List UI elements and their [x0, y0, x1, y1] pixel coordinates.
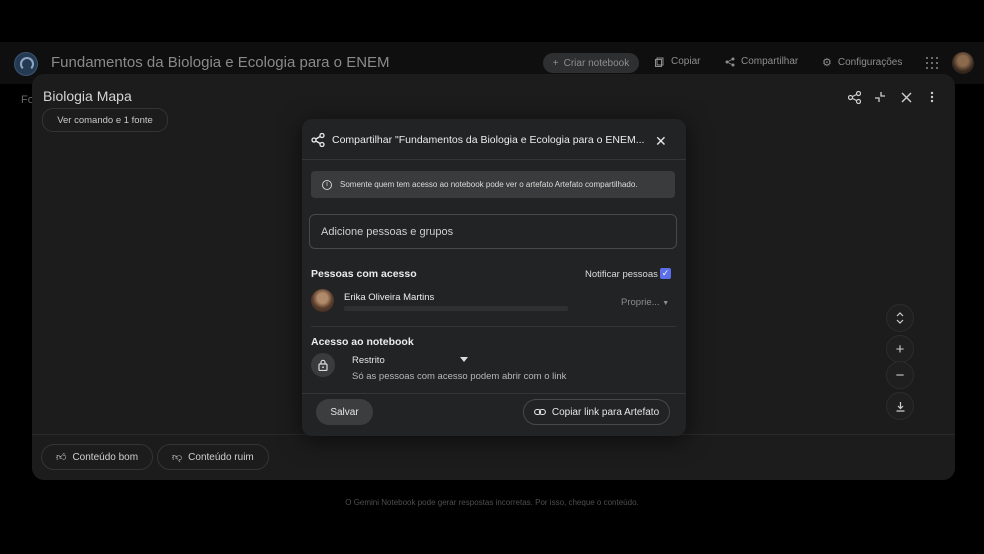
lock-icon	[311, 353, 335, 377]
person-role: Proprie...	[621, 297, 660, 308]
info-icon: i	[322, 179, 332, 190]
copy-button[interactable]: Copiar	[655, 56, 700, 67]
notify-people-label: Notificar pessoas	[585, 269, 658, 280]
logo-mark	[20, 57, 34, 71]
access-description: Só as pessoas com acesso podem abrir com…	[352, 371, 567, 382]
download-icon[interactable]	[886, 392, 914, 420]
good-content-button[interactable]: 👍︎ Conteúdo bom	[41, 444, 154, 470]
settings-button[interactable]: ⚙ Configurações	[822, 56, 902, 69]
expand-collapse-icon[interactable]	[886, 304, 914, 332]
panel-share-icon[interactable]	[846, 89, 862, 105]
footer-disclaimer: O Gemini Notebook pode gerar respostas i…	[345, 498, 639, 507]
dialog-title: Compartilhar "Fundamentos da Biologia e …	[332, 134, 645, 146]
share-label: Compartilhar	[741, 56, 799, 67]
caret-down-icon: ▼	[662, 300, 670, 307]
thumbs-up-icon: 👍︎	[56, 452, 67, 463]
notebook-title: Fundamentos da Biologia e Ecologia para …	[51, 54, 390, 71]
bad-content-button[interactable]: 👎︎ Conteúdo ruim	[157, 444, 269, 470]
person-email-redacted	[344, 306, 568, 311]
save-button[interactable]: Salvar	[316, 399, 373, 425]
copy-link-button[interactable]: Copiar link para Artefato	[523, 399, 670, 425]
section-divider	[311, 326, 676, 327]
copy-label: Copiar	[671, 56, 701, 67]
add-people-input[interactable]	[310, 215, 676, 248]
dropdown-caret-icon[interactable]	[460, 357, 468, 362]
more-vert-icon[interactable]	[924, 89, 940, 105]
person-avatar	[311, 289, 334, 312]
create-notebook-button[interactable]: + Criar notebook	[543, 53, 639, 73]
zoom-out-icon[interactable]: −	[886, 361, 914, 389]
link-icon	[533, 408, 546, 416]
notify-people-checkbox[interactable]: ✓	[660, 268, 671, 279]
share-icon	[311, 133, 325, 147]
share-top-button[interactable]: Compartilhar	[725, 56, 798, 67]
share-icon	[725, 57, 735, 66]
people-access-heading: Pessoas com acesso	[311, 268, 417, 280]
thumbs-down-icon: 👎︎	[172, 452, 183, 463]
create-notebook-label: Criar notebook	[563, 57, 630, 69]
dialog-footer-divider	[302, 393, 686, 394]
panel-title: Biologia Mapa	[43, 88, 132, 104]
close-icon[interactable]: ✕	[655, 133, 667, 150]
collapse-icon[interactable]	[872, 89, 888, 105]
person-name: Erika Oliveira Martins	[344, 292, 435, 303]
dialog-header-divider	[302, 159, 686, 160]
plus-icon: +	[552, 57, 559, 69]
person-role-dropdown[interactable]: Proprie... ▼	[621, 297, 669, 308]
info-banner: i Somente quem tem acesso ao notebook po…	[311, 171, 675, 198]
gear-icon: ⚙	[822, 57, 832, 69]
access-level-select[interactable]: Restrito	[352, 355, 385, 366]
notebook-access-heading: Acesso ao notebook	[311, 336, 414, 348]
account-avatar[interactable]	[952, 52, 974, 74]
apps-grid-icon[interactable]	[926, 57, 938, 69]
add-people-field[interactable]	[309, 214, 677, 249]
settings-label: Configurações	[837, 57, 903, 68]
view-command-chip[interactable]: Ver comando e 1 fonte	[42, 108, 168, 132]
copy-link-label: Copiar link para Artefato	[551, 406, 660, 418]
close-panel-icon[interactable]	[898, 89, 914, 105]
copy-icon	[655, 57, 664, 67]
good-content-label: Conteúdo bom	[72, 451, 139, 463]
zoom-in-icon[interactable]: +	[886, 335, 914, 363]
info-text: Somente quem tem acesso ao notebook pode…	[340, 180, 638, 189]
bad-content-label: Conteúdo ruim	[188, 451, 254, 463]
